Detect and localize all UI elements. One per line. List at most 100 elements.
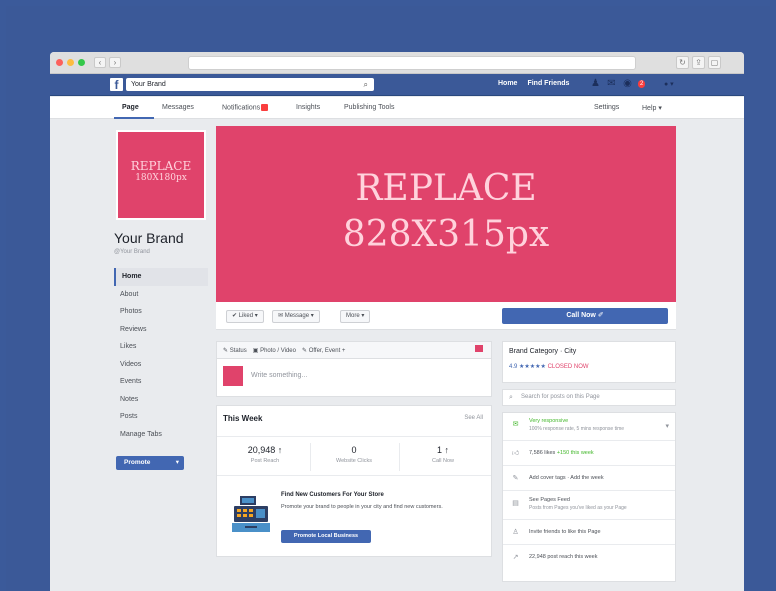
composer-tab-offer-label: Offer, Event + [308,347,346,354]
flag-icon[interactable] [475,345,483,352]
page-handle[interactable]: @Your Brand [114,249,150,255]
brand-category[interactable]: Brand Category · City [509,348,576,355]
top-icons: ♟ ✉ ◉ 2 [590,78,646,89]
left-nav-posts[interactable]: Posts [114,408,208,426]
rating[interactable]: 4.9 ★★★★★ CLOSED NOW [509,363,589,370]
info-row-responsive[interactable]: ✉ Very responsive 100% response rate, 5 … [503,413,675,441]
chat-bubble-icon: ✉ [512,421,519,428]
promote-label: Promote [124,459,151,466]
message-button[interactable]: ✉ Message ▾ [272,310,320,323]
cover-photo[interactable]: REPLACE 828X315px [216,126,676,302]
left-nav-manage-tabs[interactable]: Manage Tabs [114,426,208,444]
search-input[interactable]: Your Brand ⌕ [126,78,374,91]
cover-line2: 828X315px [342,214,550,255]
responsive-sub: 100% response rate, 5 mins response time [529,426,625,432]
left-nav-home[interactable]: Home [114,268,208,286]
promote-local-business-button[interactable]: Promote Local Business [281,530,371,543]
tab-messages[interactable]: Messages [162,104,194,111]
stat-call-now[interactable]: 1 ↑ Call Now [403,445,483,464]
info-row-likes[interactable]: 👍︎ 7,586 likes +150 this week [503,442,675,466]
nav-home[interactable]: Home [498,80,517,87]
browser-actions: ↻ ⇪ ▢ [676,56,721,69]
cash-register-icon [232,496,270,532]
left-nav-about[interactable]: About [114,286,208,304]
address-bar[interactable] [188,56,636,70]
tab-notifications[interactable]: Notifications [222,104,269,111]
tab-publishing-tools[interactable]: Publishing Tools [344,104,394,111]
info-row-invite[interactable]: ♙ Invite friends to like this Page [503,521,675,545]
forward-button[interactable]: › [109,57,121,68]
notification-badge: 2 [638,79,646,88]
tabs-icon[interactable]: ▢ [708,56,721,69]
info-row-text: Invite friends to like this Page [529,529,601,535]
composer-tab-photo-label: Photo / Video [260,347,296,354]
responsive-title: Very responsive [529,418,569,424]
promote-button[interactable]: Promote ▾ [116,456,184,470]
photo-icon: ▣ [252,347,259,354]
search-posts-input[interactable]: ⌕ Search for posts on this Page [502,389,676,406]
likes-weekly: +150 this week [555,450,594,456]
window-controls [56,59,85,66]
composer-tabs: ✎ Status ▣ Photo / Video ✎ Offer, Event … [217,342,491,359]
info-row-text: 7,586 likes +150 this week [529,450,594,456]
top-nav: Home Find Friends [498,80,569,87]
stat-post-reach[interactable]: 20,948 ↑ Post Reach [225,445,305,464]
minimize-dot[interactable] [67,59,74,66]
info-row-text: Very responsive 100% response rate, 5 mi… [529,417,624,433]
left-nav-likes[interactable]: Likes [114,338,208,356]
notifications-icon[interactable]: ◉ [622,78,633,89]
call-now-button[interactable]: Call Now ✐ [502,308,668,324]
info-row-pages-feed[interactable]: ▤ See Pages Feed Posts from Pages you've… [503,492,675,520]
share-icon[interactable]: ⇪ [692,56,705,69]
more-button[interactable]: More ▾ [340,310,371,323]
about-card: Brand Category · City 4.9 ★★★★★ CLOSED N… [502,341,676,383]
profile-picture[interactable]: REPLACE 180X180px [116,130,206,220]
left-nav-notes[interactable]: Notes [114,391,208,409]
stat-post-reach-value: 20,948 ↑ [247,445,283,455]
account-menu-icon[interactable]: ● ▾ [664,80,674,88]
reach-icon: ↗ [512,554,519,561]
tab-settings[interactable]: Settings [594,104,619,111]
info-row-text: 22,948 post reach this week [529,554,598,560]
see-all-link[interactable]: See All [464,415,483,421]
left-nav-photos[interactable]: Photos [114,303,208,321]
composer-input[interactable]: Write something... [251,372,307,379]
promo-body: Promote your brand to people in your cit… [281,504,443,510]
tab-insights[interactable]: Insights [296,104,320,111]
feed-icon: ▤ [512,500,519,507]
stat-call-now-value: 1 ↑ [436,445,449,455]
search-icon[interactable]: ⌕ [364,78,368,91]
friend-requests-icon[interactable]: ♟ [590,78,601,89]
info-row-text: Add cover tags · Add the week [529,475,604,481]
close-dot[interactable] [56,59,63,66]
nav-find-friends[interactable]: Find Friends [527,80,569,87]
back-button[interactable]: ‹ [94,57,106,68]
chevron-down-icon: ▾ [175,459,179,466]
left-nav-reviews[interactable]: Reviews [114,321,208,339]
composer-tab-offer[interactable]: ✎ Offer, Event + [302,347,345,354]
browser-chrome: ‹ › ↻ ⇪ ▢ [50,52,744,74]
tab-page[interactable]: Page [122,104,139,111]
left-nav-videos[interactable]: Videos [114,356,208,374]
composer-tab-photo[interactable]: ▣ Photo / Video [253,347,296,354]
maximize-dot[interactable] [78,59,85,66]
message-icon: ✉ [278,313,284,319]
chevron-down-icon[interactable]: ▾ [665,422,669,430]
browser-window: ‹ › ↻ ⇪ ▢ f Your Brand ⌕ Home Find Frien… [50,52,744,591]
liked-button[interactable]: ✔ Liked ▾ [226,310,264,323]
stat-divider [310,443,311,471]
promo-headline: Find New Customers For Your Store [281,492,384,498]
stat-website-clicks[interactable]: 0 Website Clicks [314,445,394,464]
page-tabs: Page Messages Notifications Insights Pub… [50,97,744,119]
composer-tab-status[interactable]: ✎ Status [223,347,247,354]
left-nav-events[interactable]: Events [114,373,208,391]
search-icon: ⌕ [509,394,513,401]
reload-icon[interactable]: ↻ [676,56,689,69]
facebook-logo-icon[interactable]: f [110,78,123,92]
info-row-reach[interactable]: ↗ 22,948 post reach this week [503,546,675,570]
messages-icon[interactable]: ✉ [606,78,617,89]
info-row-tags[interactable]: ✎ Add cover tags · Add the week [503,467,675,491]
cover-placeholder-text: REPLACE 828X315px [216,166,676,258]
avatar [223,366,243,386]
tab-help[interactable]: Help ▾ [642,104,662,112]
